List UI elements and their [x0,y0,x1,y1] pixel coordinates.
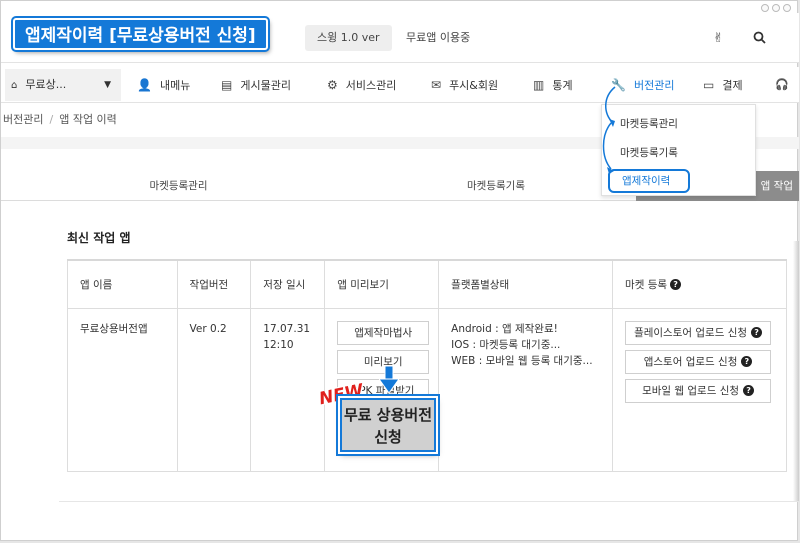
help-icon[interactable]: ? [670,279,682,291]
breadcrumb-current: 앱 작업 이력 [59,113,117,126]
document-icon: ▤ [221,78,233,92]
search-icon[interactable] [753,31,766,48]
headset-icon[interactable]: 🎧 [775,67,789,103]
status-ios: IOS : 마켓등록 대기중... [451,338,561,351]
appstore-upload-button[interactable]: 앱스토어 업로드 신청? [625,349,772,374]
status-android: Android : 앱 제작완료! [451,322,558,335]
plan-status: 무료앱 이용중 [406,31,471,44]
arrow-down-icon [379,366,399,394]
nav-item-push-members[interactable]: ✉ 푸시&회원 [431,67,498,103]
help-icon: ? [751,327,763,338]
scroll-shadow [793,241,799,501]
page-title-banner: 앱제작이력 [무료상용버전 신청] [13,18,268,50]
nav-item-my-menu[interactable]: 👤 내메뉴 [137,67,190,103]
wizard-button[interactable]: 앱제작마법사 [337,320,430,345]
playstore-upload-button[interactable]: 플레이스토어 업로드 신청? [625,320,772,345]
envelope-icon: ✉ [431,78,442,92]
platform-status-cell: Android : 앱 제작완료! IOS : 마켓등록 대기중... WEB … [438,307,614,472]
column-header: 앱 이름 [67,259,178,309]
breadcrumb: 버전관리 / 앱 작업 이력 [3,113,117,126]
help-icon: ? [743,385,755,396]
app-select-dropdown[interactable]: ⌂ 무료상... ▼ [5,69,121,101]
dropdown-item-market-manage[interactable]: 마켓등록관리 [620,116,678,131]
tab-market-records[interactable]: 마켓등록기록 [356,171,636,201]
window-controls[interactable] [761,4,791,12]
divider [59,501,799,502]
card-icon: ▭ [703,78,715,92]
mobile-web-upload-button[interactable]: 모바일 웹 업로드 신청? [625,378,772,403]
nav-item-service[interactable]: ⚙ 서비스관리 [327,67,396,103]
column-header: 작업버전 [176,259,252,309]
column-header: 저장 일시 [250,259,326,309]
gear-icon: ⚙ [327,78,338,92]
help-icon: ? [741,356,753,367]
free-commercial-apply-button[interactable]: 무료 상용버전 신청 [340,398,436,452]
column-header: 앱 미리보기 [324,259,440,309]
user-icon: 👤 [137,78,152,92]
column-header-market: 마켓 등록? [612,259,787,309]
home-icon: ⌂ [11,80,18,91]
nav-item-posts[interactable]: ▤ 게시물관리 [221,67,291,103]
market-cell: 플레이스토어 업로드 신청? 앱스토어 업로드 신청? 모바일 웹 업로드 신청… [612,307,787,472]
tab-market-manage[interactable]: 마켓등록관리 [1,171,356,201]
dropdown-item-market-records[interactable]: 마켓등록기록 [620,145,678,160]
version-cell: Ver 0.2 [176,307,252,472]
breadcrumb-parent[interactable]: 버전관리 [3,113,43,126]
caret-down-icon: ▼ [104,80,111,90]
guide-arrow-icon [602,86,616,174]
app-name-cell: 무료상용버전앱 [67,307,178,472]
main-nav: ⌂ 무료상... ▼ 👤 내메뉴 ▤ 게시물관리 ⚙ 서비스관리 ✉ 푸시&회원 ▥ 통계 … [1,67,799,103]
bar-chart-icon: ▥ [533,78,545,92]
top-header: 앱제작이력 [무료상용버전 신청] 스윙 1.0 ver 무료앱 이용중 ✌ [1,13,799,63]
section-title: 최신 작업 앱 [67,231,131,245]
nav-item-payment[interactable]: ▭ 결제 [703,67,743,103]
version-badge: 스윙 1.0 ver [305,25,392,51]
status-web: WEB : 모바일 웹 등록 대기중... [451,354,593,367]
column-header: 플랫폼별상태 [438,259,614,309]
saved-at-cell: 17.07.31 12:10 [250,307,326,472]
app-window: 앱제작이력 [무료상용버전 신청] 스윙 1.0 ver 무료앱 이용중 ✌ ⌂… [0,0,799,541]
nav-item-stats[interactable]: ▥ 통계 [533,67,573,103]
hand-icon[interactable]: ✌ [713,31,724,46]
